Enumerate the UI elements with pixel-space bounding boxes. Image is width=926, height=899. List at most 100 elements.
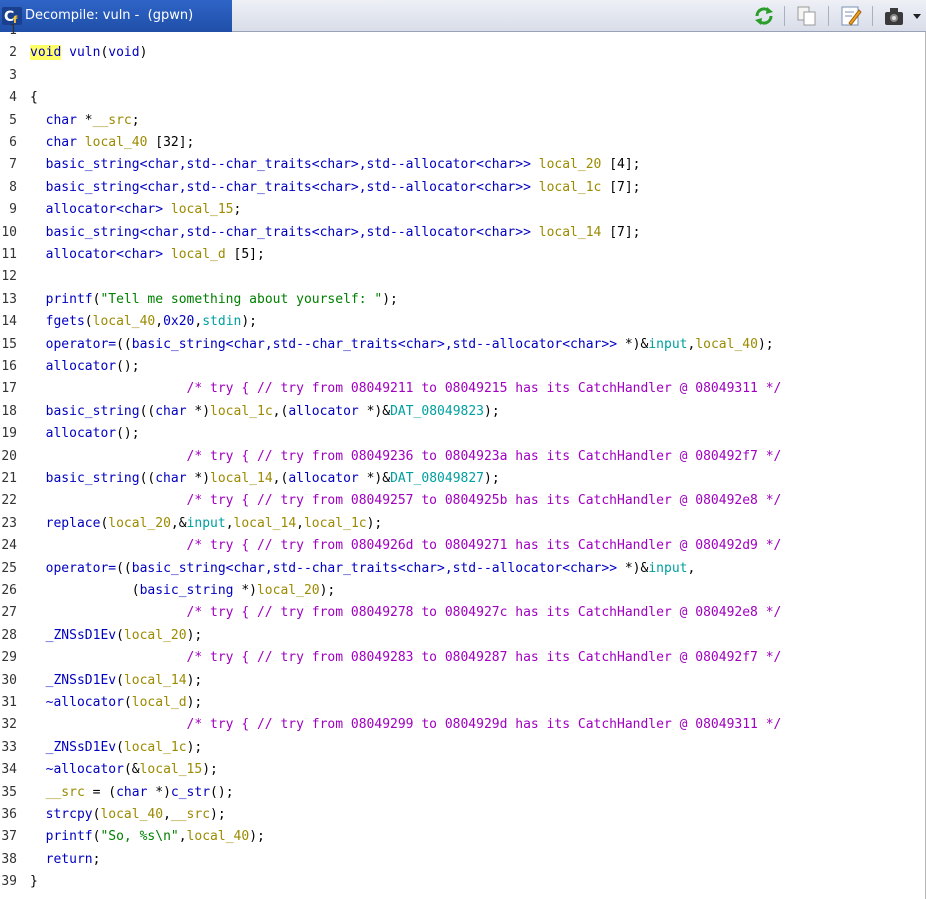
code-token[interactable]: [30, 740, 46, 755]
code-token[interactable]: allocator: [288, 404, 358, 419]
code-token[interactable]: = (: [85, 785, 117, 800]
code-token[interactable]: local_14: [234, 516, 297, 531]
code-token[interactable]: );: [202, 762, 218, 777]
code-token[interactable]: [30, 762, 46, 777]
code-token[interactable]: "Tell me something about yourself: ": [100, 292, 382, 307]
code-token[interactable]: (: [30, 583, 140, 598]
code-token[interactable]: [30, 157, 46, 172]
code-token[interactable]: local_1c: [539, 180, 602, 195]
code-token[interactable]: ,&: [171, 516, 187, 531]
code-token[interactable]: _ZNSsD1Ev: [46, 673, 116, 688]
code-token[interactable]: ();: [210, 785, 233, 800]
code-line[interactable]: 1: [0, 20, 926, 42]
code-token[interactable]: [531, 225, 539, 240]
code-token[interactable]: *): [234, 583, 257, 598]
code-token[interactable]: return: [46, 852, 93, 867]
code-token[interactable]: [4];: [601, 157, 640, 172]
code-token[interactable]: local_d: [171, 247, 226, 262]
code-token[interactable]: local_14: [539, 225, 602, 240]
code-token[interactable]: [30, 292, 46, 307]
code-token[interactable]: local_20: [539, 157, 602, 172]
code-token[interactable]: basic_string<char,std--char_traits<char>…: [132, 561, 617, 576]
code-token[interactable]: basic_string<char,std--char_traits<char>…: [46, 225, 531, 240]
code-token[interactable]: basic_string: [46, 471, 140, 486]
code-token[interactable]: [61, 45, 69, 60]
code-token[interactable]: (: [116, 740, 124, 755]
code-token[interactable]: [30, 202, 46, 217]
code-token[interactable]: (: [85, 314, 93, 329]
code-token[interactable]: local_1c: [124, 740, 187, 755]
code-token[interactable]: local_1c: [210, 404, 273, 419]
code-token[interactable]: [30, 852, 46, 867]
code-token[interactable]: *): [187, 404, 210, 419]
code-token[interactable]: ();: [116, 426, 139, 441]
code-token[interactable]: );: [382, 292, 398, 307]
code-token[interactable]: *: [77, 113, 93, 128]
code-token[interactable]: ,: [296, 516, 304, 531]
code-token[interactable]: *)&: [617, 561, 649, 576]
code-token[interactable]: );: [210, 807, 226, 822]
code-token[interactable]: ((: [140, 404, 156, 419]
code-token[interactable]: basic_string<char,std--char_traits<char>…: [46, 157, 531, 172]
code-token[interactable]: ((: [116, 337, 132, 352]
code-token[interactable]: [30, 807, 46, 822]
code-token[interactable]: ((: [116, 561, 132, 576]
code-token[interactable]: allocator: [46, 426, 116, 441]
code-line[interactable]: 32 /* try { // try from 08049299 to 0804…: [0, 714, 926, 736]
code-token[interactable]: ;: [234, 202, 242, 217]
code-token[interactable]: stdin: [202, 314, 241, 329]
code-token[interactable]: /* try { // try from 0804926d to 0804927…: [30, 538, 782, 553]
code-line[interactable]: 6 char local_40 [32];: [0, 132, 926, 154]
code-token[interactable]: local_40: [187, 829, 250, 844]
code-token[interactable]: allocator: [46, 359, 116, 374]
code-token[interactable]: local_14: [210, 471, 273, 486]
code-token[interactable]: [30, 247, 46, 262]
code-token[interactable]: local_1c: [304, 516, 367, 531]
code-token[interactable]: __src: [46, 785, 85, 800]
code-token[interactable]: [30, 785, 46, 800]
code-token[interactable]: ();: [116, 359, 139, 374]
code-token[interactable]: ((: [140, 471, 156, 486]
code-token[interactable]: /* try { // try from 08049299 to 0804929…: [30, 717, 782, 732]
code-line[interactable]: 13 printf("Tell me something about yours…: [0, 289, 926, 311]
code-token[interactable]: [77, 135, 85, 150]
code-token[interactable]: *)&: [617, 337, 649, 352]
code-token[interactable]: [30, 359, 46, 374]
code-token[interactable]: /* try { // try from 08049257 to 0804925…: [30, 493, 782, 508]
code-token[interactable]: );: [187, 628, 203, 643]
code-token[interactable]: (: [116, 673, 124, 688]
code-line[interactable]: 17 /* try { // try from 08049211 to 0804…: [0, 378, 926, 400]
code-line[interactable]: 22 /* try { // try from 08049257 to 0804…: [0, 490, 926, 512]
code-token[interactable]: [30, 404, 46, 419]
code-line[interactable]: 8 basic_string<char,std--char_traits<cha…: [0, 177, 926, 199]
code-token[interactable]: ,: [226, 516, 234, 531]
code-token[interactable]: __src: [93, 113, 132, 128]
code-token[interactable]: [30, 135, 46, 150]
code-token[interactable]: [30, 471, 46, 486]
code-line[interactable]: 24 /* try { // try from 0804926d to 0804…: [0, 535, 926, 557]
code-line[interactable]: 19 allocator();: [0, 423, 926, 445]
code-token[interactable]: [30, 337, 46, 352]
code-token[interactable]: local_20: [124, 628, 187, 643]
code-token[interactable]: fgets: [46, 314, 85, 329]
code-token[interactable]: );: [187, 695, 203, 710]
code-token[interactable]: ): [140, 45, 148, 60]
code-line[interactable]: 33 _ZNSsD1Ev(local_1c);: [0, 737, 926, 759]
code-line[interactable]: 29 /* try { // try from 08049283 to 0804…: [0, 647, 926, 669]
code-token[interactable]: ;: [93, 852, 101, 867]
code-token[interactable]: ,: [687, 561, 695, 576]
code-token[interactable]: *): [187, 471, 210, 486]
code-line[interactable]: 12: [0, 266, 926, 288]
code-line[interactable]: 5 char *__src;: [0, 110, 926, 132]
code-line[interactable]: 7 basic_string<char,std--char_traits<cha…: [0, 154, 926, 176]
code-token[interactable]: char: [46, 113, 77, 128]
code-token[interactable]: local_40: [93, 314, 156, 329]
code-token[interactable]: [30, 180, 46, 195]
code-token[interactable]: [30, 673, 46, 688]
code-token[interactable]: [32];: [147, 135, 194, 150]
code-token[interactable]: input: [648, 337, 687, 352]
code-token[interactable]: [30, 113, 46, 128]
code-token[interactable]: );: [187, 673, 203, 688]
code-token[interactable]: /* try { // try from 08049236 to 0804923…: [30, 449, 782, 464]
code-token[interactable]: char: [155, 471, 186, 486]
